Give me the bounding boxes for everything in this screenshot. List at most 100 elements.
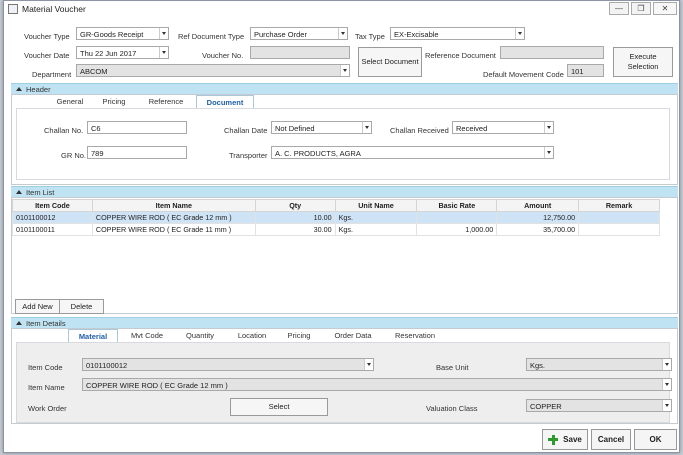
column-header[interactable]: Unit Name [334,199,418,212]
execute-selection-button[interactable]: Execute Selection [613,47,673,77]
title-bar: Material Voucher — ❐ ✕ [4,1,679,17]
tab-reservation[interactable]: Reservation [388,329,442,342]
ok-button[interactable]: OK [634,429,677,450]
close-button[interactable]: ✕ [653,2,677,15]
rate-cell [416,211,498,224]
table-row[interactable]: 0101100011 COPPER WIRE ROD ( EC Grade 11… [12,223,660,236]
tab-pricing[interactable]: Pricing [98,95,130,108]
chevron-down-icon [159,47,168,58]
chevron-down-icon [159,28,168,39]
select-work-order-button[interactable]: Select [230,398,328,416]
column-header[interactable]: Item Name [91,199,256,212]
chevron-down-icon [364,359,373,370]
column-header[interactable]: Remark [578,199,660,212]
department-label: Department [32,70,72,79]
tab-location[interactable]: Location [230,329,274,342]
item-list-section-bar[interactable]: Item List [11,186,678,197]
item-name-cell: COPPER WIRE ROD ( EC Grade 12 mm ) [91,211,256,224]
minimize-button[interactable]: — [609,2,629,15]
challan-date-picker[interactable]: Not Defined [271,121,372,134]
window-title: Material Voucher [22,4,86,14]
delete-button[interactable]: Delete [59,299,104,314]
department-dropdown[interactable]: ABCOM [76,64,350,77]
reference-document-label: Reference Document [425,51,496,60]
tab-material[interactable]: Material [68,329,118,342]
unit-cell: Kgs. [334,223,418,236]
default-movement-code-field[interactable]: 101 [567,64,604,77]
item-name-label: Item Name [28,383,65,392]
transporter-dropdown[interactable]: A. C. PRODUCTS, AGRA [271,146,554,159]
tab-pricing[interactable]: Pricing [280,329,318,342]
tab-mvt-code[interactable]: Mvt Code [125,329,169,342]
item-code-dropdown[interactable]: 0101100012 [82,358,374,371]
item-name-dropdown[interactable]: COPPER WIRE ROD ( EC Grade 12 mm ) [82,378,672,391]
item-code-cell: 0101100012 [12,211,93,224]
tax-type-dropdown[interactable]: EX-Excisable [390,27,525,40]
voucher-date-label: Voucher Date [24,51,70,60]
base-unit-dropdown[interactable]: Kgs. [526,358,672,371]
default-movement-code-label: Default Movement Code [483,70,564,79]
column-header[interactable]: Item Code [12,199,93,212]
reference-document-field[interactable] [500,46,604,59]
voucher-date-picker[interactable]: Thu 22 Jun 2017 [76,46,169,59]
cancel-button[interactable]: Cancel [591,429,631,450]
challan-received-dropdown[interactable]: Received [452,121,554,134]
chevron-down-icon [544,122,553,133]
tab-document[interactable]: Document [196,95,254,108]
maximize-button[interactable]: ❐ [631,2,651,15]
table-row[interactable]: 0101100012 COPPER WIRE ROD ( EC Grade 12… [12,211,660,224]
base-unit-label: Base Unit [436,363,469,372]
material-voucher-window: Material Voucher — ❐ ✕ Voucher Type GR-G… [3,0,680,453]
remark-cell [578,223,660,236]
chevron-down-icon [515,28,524,39]
column-header[interactable]: Basic Rate [416,199,498,212]
item-code-cell: 0101100011 [12,223,93,236]
column-header[interactable]: Qty [254,199,336,212]
app-icon [8,4,18,14]
voucher-no-field[interactable] [250,46,350,59]
add-new-button[interactable]: Add New [15,299,60,314]
voucher-type-label: Voucher Type [24,32,70,41]
tab-reference[interactable]: Reference [144,95,188,108]
voucher-no-label: Voucher No. [202,51,244,60]
save-button[interactable]: Save [542,429,588,450]
valuation-class-dropdown[interactable]: COPPER [526,399,672,412]
item-list-section-title: Item List [26,188,55,197]
rate-cell: 1,000.00 [416,223,498,236]
tab-order-data[interactable]: Order Data [329,329,377,342]
item-code-label: Item Code [28,363,63,372]
remark-cell [578,211,660,224]
challan-date-label: Challan Date [224,126,268,135]
unit-cell: Kgs. [334,211,418,224]
gr-no-label: GR No. [61,151,87,160]
document-tab-panel [16,108,670,180]
chevron-down-icon [662,400,671,411]
tab-general[interactable]: General [48,95,92,108]
chevron-down-icon [338,28,347,39]
chevron-down-icon [340,65,349,76]
header-section-bar[interactable]: Header [11,83,678,94]
collapse-icon [16,321,22,325]
item-details-section-bar[interactable]: Item Details [11,317,678,328]
select-document-button[interactable]: Select Document [358,47,422,77]
challan-no-field[interactable]: C6 [87,121,187,134]
column-header[interactable]: Amount [496,199,580,212]
work-order-label: Work Order [28,404,67,413]
tax-type-label: Tax Type [355,32,385,41]
header-section-title: Header [26,85,51,94]
qty-cell: 10.00 [254,211,336,224]
gr-no-field[interactable]: 789 [87,146,187,159]
valuation-class-label: Valuation Class [426,404,478,413]
chevron-down-icon [544,147,553,158]
item-details-section-title: Item Details [26,319,66,328]
amount-cell: 12,750.00 [496,211,580,224]
chevron-down-icon [662,379,671,390]
tab-quantity[interactable]: Quantity [178,329,222,342]
challan-received-label: Challan Received [390,126,449,135]
voucher-type-dropdown[interactable]: GR-Goods Receipt [76,27,169,40]
ref-document-type-dropdown[interactable]: Purchase Order [250,27,348,40]
challan-no-label: Challan No. [44,126,84,135]
amount-cell: 35,700.00 [496,223,580,236]
qty-cell: 30.00 [254,223,336,236]
chevron-down-icon [662,359,671,370]
